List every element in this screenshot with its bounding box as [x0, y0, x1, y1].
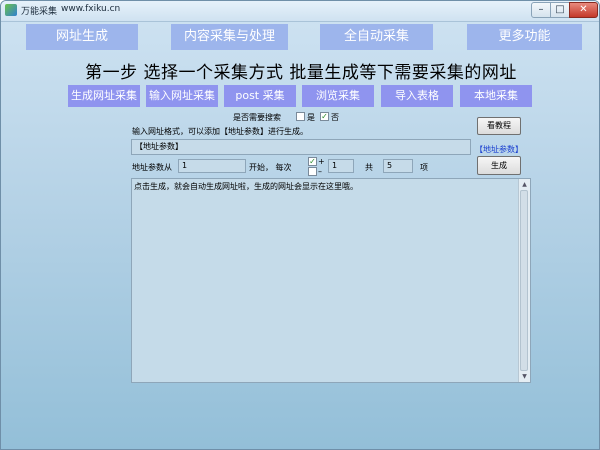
increment-plus-checkbox[interactable]: ✓	[308, 157, 317, 166]
minimize-button[interactable]: –	[531, 2, 551, 18]
output-scrollbar[interactable]: ▲ ▼	[518, 179, 530, 382]
increment-minus-label: –	[318, 167, 322, 176]
tab-content-collect[interactable]: 内容采集与处理	[171, 24, 288, 50]
search-yes-checkbox[interactable]	[296, 112, 305, 121]
method-post-button[interactable]: post 采集	[224, 85, 296, 107]
tab-more-features[interactable]: 更多功能	[467, 24, 582, 50]
scroll-up-icon[interactable]: ▲	[520, 180, 529, 189]
param-count-input[interactable]: 5	[383, 159, 413, 173]
tab-url-generate[interactable]: 网址生成	[26, 24, 138, 50]
tutorial-button[interactable]: 看教程	[477, 117, 521, 135]
app-logo-icon	[5, 4, 17, 16]
increment-plus-label: +	[318, 157, 325, 166]
generated-url-output[interactable]: 点击生成，就会自动生成网址啦，生成的网址会显示在这里哦。 ▲ ▼	[131, 178, 531, 383]
maximize-button[interactable]: □	[550, 2, 570, 18]
search-no-checkbox[interactable]: ✓	[320, 112, 329, 121]
scroll-thumb[interactable]	[520, 190, 528, 371]
tab-auto-collect[interactable]: 全自动采集	[320, 24, 433, 50]
search-question-label: 是否需要搜索	[233, 113, 281, 122]
generate-button[interactable]: 生成	[477, 156, 521, 175]
close-button[interactable]: ✕	[569, 2, 598, 18]
output-placeholder-text: 点击生成，就会自动生成网址啦，生成的网址会显示在这里哦。	[134, 182, 358, 191]
app-url: www.fxiku.cn	[61, 4, 121, 14]
search-no-label: 否	[331, 113, 339, 122]
search-yes-label: 是	[307, 113, 315, 122]
increment-minus-checkbox[interactable]	[308, 167, 317, 176]
total-label: 共	[365, 163, 373, 172]
address-param-link[interactable]: 【地址参数】	[475, 144, 523, 155]
app-title: 万能采集	[21, 7, 58, 17]
step-headline: 第一步 选择一个采集方式 批量生成等下需要采集的网址	[85, 63, 517, 83]
method-local-button[interactable]: 本地采集	[460, 85, 532, 107]
method-generate-url-button[interactable]: 生成网址采集	[68, 85, 140, 107]
method-import-table-button[interactable]: 导入表格	[381, 85, 453, 107]
method-input-url-button[interactable]: 输入网址采集	[146, 85, 218, 107]
param-start-input[interactable]: 1	[178, 159, 246, 173]
param-start-suffix-label: 开始， 每次	[249, 163, 292, 172]
scroll-down-icon[interactable]: ▼	[520, 372, 529, 381]
url-pattern-input[interactable]: 【地址参数】	[131, 139, 471, 155]
method-browse-button[interactable]: 浏览采集	[302, 85, 374, 107]
param-step-input[interactable]: 1	[328, 159, 354, 173]
param-from-label: 地址参数从	[132, 163, 172, 172]
app-window: 万能采集 www.fxiku.cn – □ ✕ 网址生成 内容采集与处理 全自动…	[0, 0, 600, 450]
format-hint-label: 输入网址格式，可以添加【地址参数】进行生成。	[132, 127, 308, 136]
title-bar[interactable]: 万能采集 www.fxiku.cn – □ ✕	[1, 1, 599, 22]
items-label: 项	[420, 163, 428, 172]
